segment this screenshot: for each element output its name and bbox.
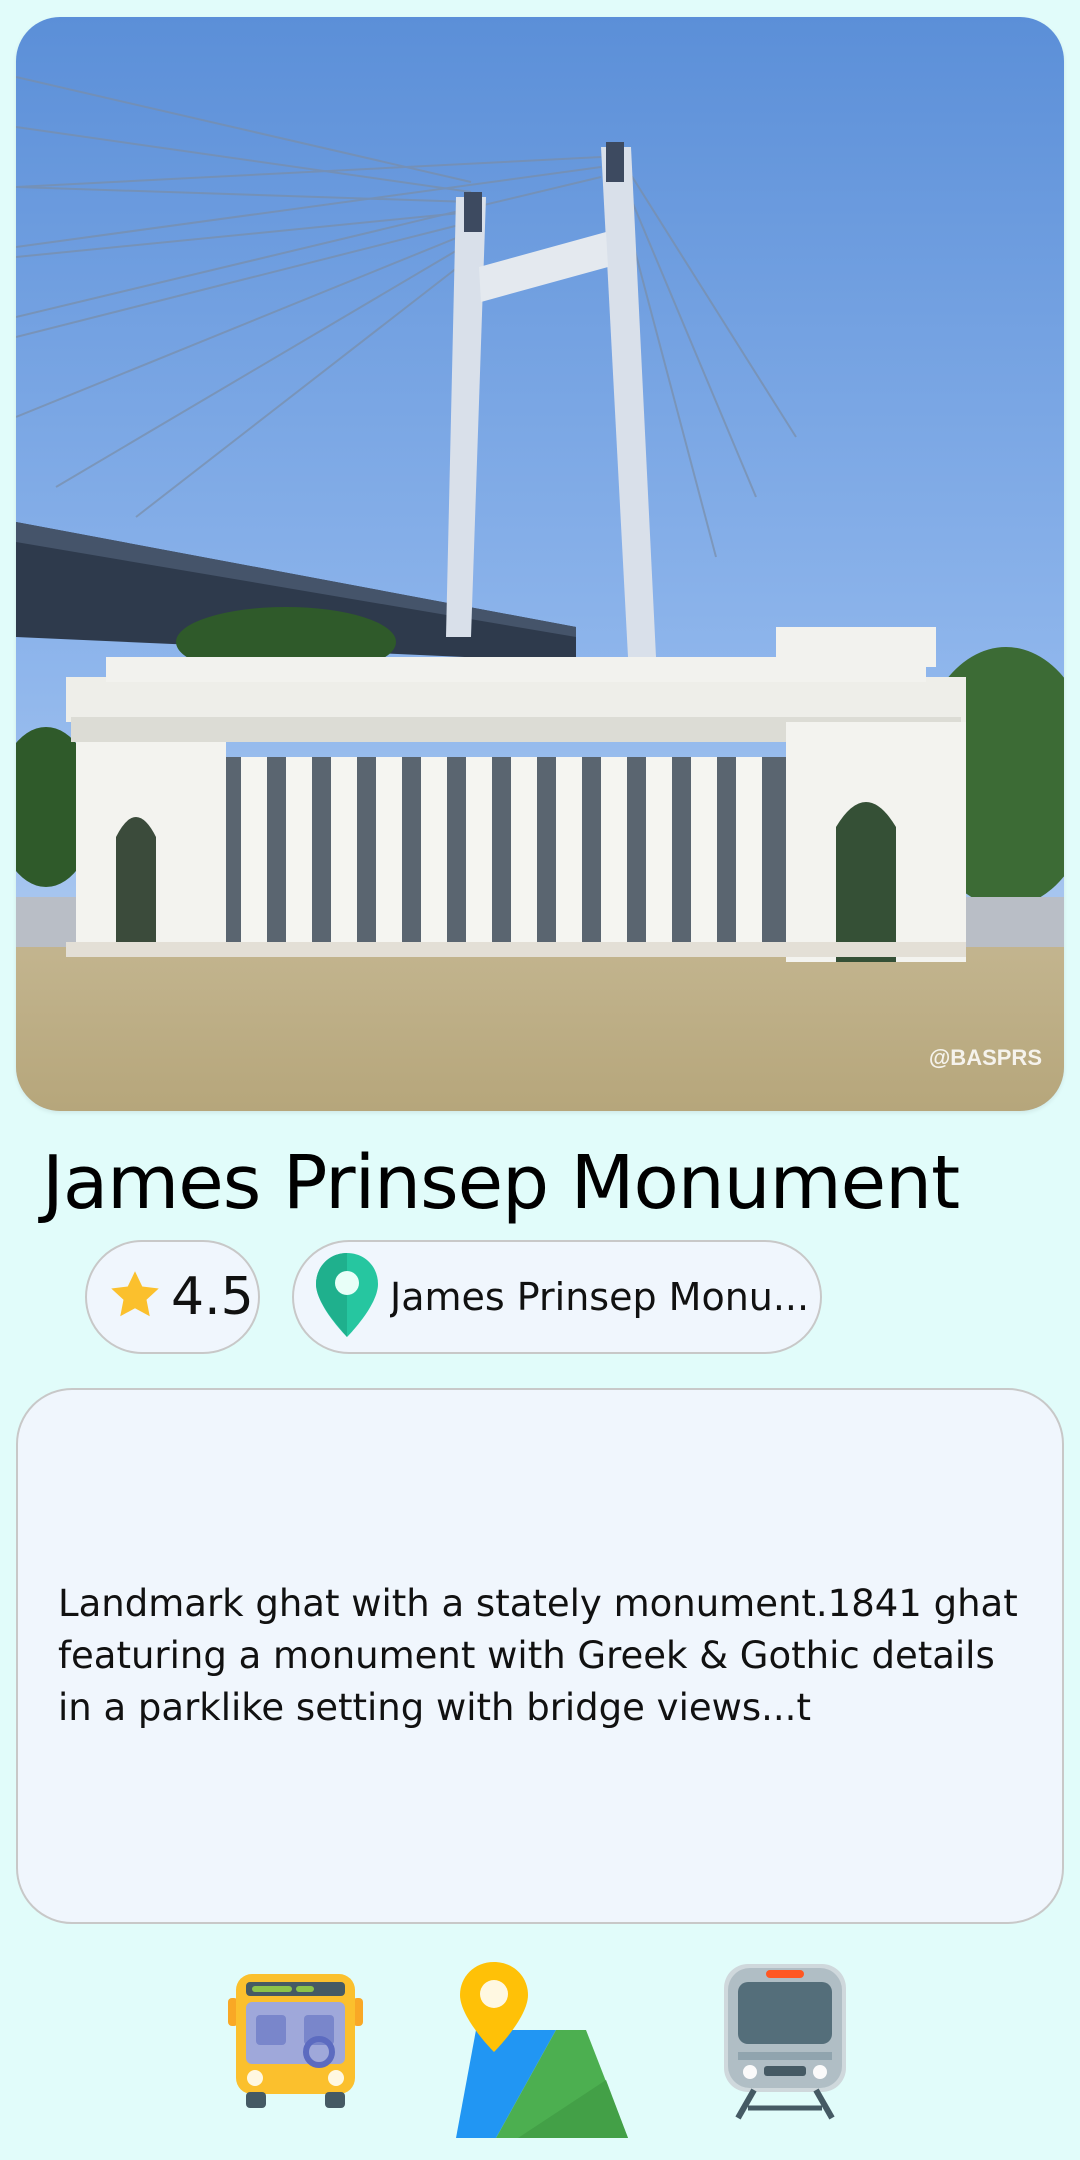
location-label: James Prinsep Monu... [390,1275,810,1319]
star-icon [105,1265,165,1329]
train-button[interactable] [724,1960,846,2140]
map-icon [456,1960,628,2140]
map-button[interactable] [456,1960,628,2140]
rating-chip[interactable]: 4.5 [85,1240,260,1354]
bus-button[interactable] [228,1960,363,2140]
train-icon [724,1960,846,2120]
map-pin-icon [314,1251,380,1343]
description-card: Landmark ghat with a stately monument.18… [16,1388,1064,1924]
place-title: James Prinsep Monument [42,1140,960,1226]
description-text: Landmark ghat with a stately monument.18… [58,1582,1018,1729]
location-chip[interactable]: James Prinsep Monu... [292,1240,822,1354]
place-photo: @BASPRS [16,17,1064,1111]
photo-watermark: @BASPRS [928,1045,1042,1070]
rating-value: 4.5 [171,1267,254,1327]
bus-icon [228,1960,363,2110]
